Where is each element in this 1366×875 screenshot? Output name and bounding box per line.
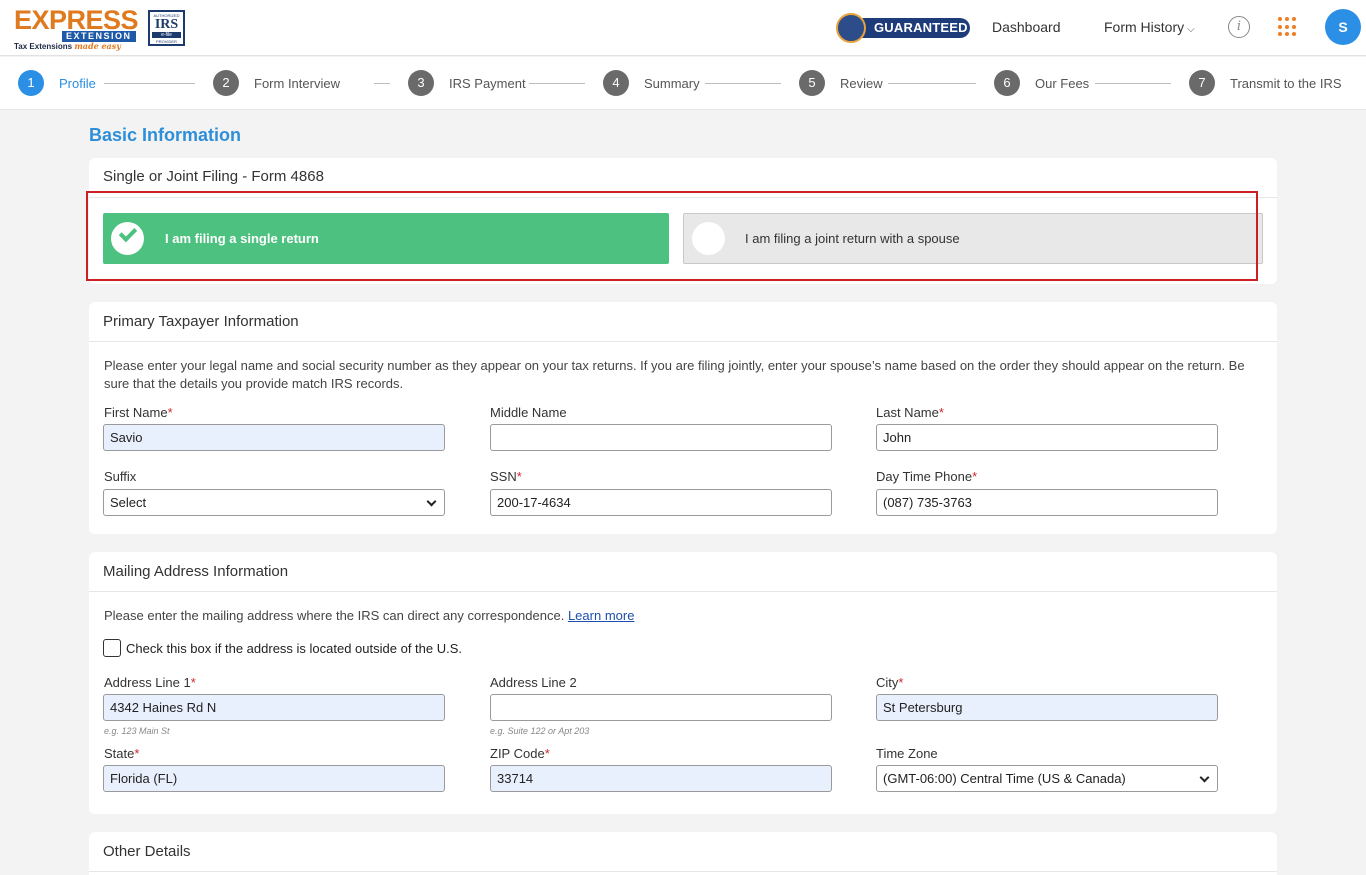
avatar[interactable]: S bbox=[1325, 9, 1361, 45]
step-transmit[interactable]: 7 Transmit to the IRS bbox=[1189, 70, 1342, 96]
address1-field[interactable]: 4342 Haines Rd N bbox=[103, 694, 445, 721]
chevron-down-icon: ⌵ bbox=[1187, 24, 1195, 35]
first-name-label: First Name* bbox=[104, 405, 173, 420]
outside-us-row: Check this box if the address is located… bbox=[103, 639, 462, 657]
primary-card-title: Primary Taxpayer Information bbox=[89, 302, 1277, 342]
top-header: EXPRESS EXTENSION Tax Extensions made ea… bbox=[0, 0, 1366, 56]
step-profile[interactable]: 1 Profile bbox=[18, 70, 96, 96]
guaranteed-badge: GUARANTEED bbox=[836, 13, 970, 43]
step-form-interview[interactable]: 2 Form Interview bbox=[213, 70, 340, 96]
step-connector bbox=[374, 83, 390, 84]
express-extension-logo[interactable]: EXPRESS EXTENSION Tax Extensions made ea… bbox=[14, 5, 139, 51]
address2-field[interactable] bbox=[490, 694, 832, 721]
address1-label: Address Line 1* bbox=[104, 675, 196, 690]
page-title: Basic Information bbox=[89, 125, 242, 145]
address2-hint: e.g. Suite 122 or Apt 203 bbox=[490, 726, 590, 736]
middle-name-field[interactable] bbox=[490, 424, 832, 451]
suffix-label: Suffix bbox=[104, 469, 137, 484]
step-connector bbox=[1095, 83, 1171, 84]
outside-us-label: Check this box if the address is located… bbox=[126, 640, 463, 656]
step-irs-payment[interactable]: 3 IRS Payment bbox=[408, 70, 526, 96]
zip-field[interactable]: 33714 bbox=[490, 765, 832, 792]
city-label: City* bbox=[876, 675, 904, 690]
info-icon[interactable]: i bbox=[1228, 16, 1250, 38]
nav-dashboard[interactable]: Dashboard bbox=[992, 19, 1061, 35]
phone-label: Day Time Phone* bbox=[876, 469, 978, 484]
step-connector bbox=[705, 83, 781, 84]
last-name-label: Last Name* bbox=[876, 405, 944, 420]
outside-us-checkbox[interactable] bbox=[103, 639, 121, 657]
first-name-field[interactable]: Savio bbox=[103, 424, 445, 451]
city-field[interactable]: St Petersburg bbox=[876, 694, 1218, 721]
timezone-select[interactable]: (GMT-06:00) Central Time (US & Canada) bbox=[876, 765, 1218, 792]
phone-field[interactable]: (087) 735-3763 bbox=[876, 489, 1218, 516]
middle-name-label: Middle Name bbox=[490, 405, 567, 420]
address2-label: Address Line 2 bbox=[490, 675, 577, 690]
mailing-card-title: Mailing Address Information bbox=[89, 552, 1277, 592]
step-review[interactable]: 5 Review bbox=[799, 70, 883, 96]
address1-hint: e.g. 123 Main St bbox=[104, 726, 170, 736]
mailing-description: Please enter the mailing address where t… bbox=[104, 608, 635, 623]
timezone-label: Time Zone bbox=[876, 746, 938, 761]
zip-label: ZIP Code* bbox=[490, 746, 550, 761]
primary-description: Please enter your legal name and social … bbox=[104, 358, 1245, 391]
state-label: State* bbox=[104, 746, 140, 761]
other-card-title: Other Details bbox=[89, 832, 1277, 872]
ssn-field[interactable]: 200-17-4634 bbox=[490, 489, 832, 516]
step-connector bbox=[104, 83, 195, 84]
last-name-field[interactable]: John bbox=[876, 424, 1218, 451]
chevron-down-icon bbox=[426, 496, 437, 507]
nav-form-history[interactable]: Form History ⌵ bbox=[1104, 19, 1195, 35]
selection-highlight-box bbox=[86, 191, 1258, 281]
irs-provider-badge: AUTHORIZED IRS e-file PROVIDER bbox=[148, 10, 185, 46]
step-connector bbox=[888, 83, 976, 84]
step-connector bbox=[529, 83, 585, 84]
step-our-fees[interactable]: 6 Our Fees bbox=[994, 70, 1089, 96]
chevron-down-icon bbox=[1199, 772, 1210, 783]
step-summary[interactable]: 4 Summary bbox=[603, 70, 700, 96]
logo-tagline: Tax Extensions made easy bbox=[14, 41, 121, 51]
other-details-card: Other Details bbox=[89, 832, 1277, 875]
ssn-label: SSN* bbox=[490, 469, 522, 484]
state-field[interactable]: Florida (FL) bbox=[103, 765, 445, 792]
suffix-select[interactable]: Select bbox=[103, 489, 445, 516]
apps-grid-icon[interactable] bbox=[1278, 17, 1298, 37]
guaranteed-label: GUARANTEED bbox=[854, 18, 970, 38]
guarantee-seal-icon bbox=[836, 13, 866, 43]
learn-more-link[interactable]: Learn more bbox=[568, 608, 634, 623]
